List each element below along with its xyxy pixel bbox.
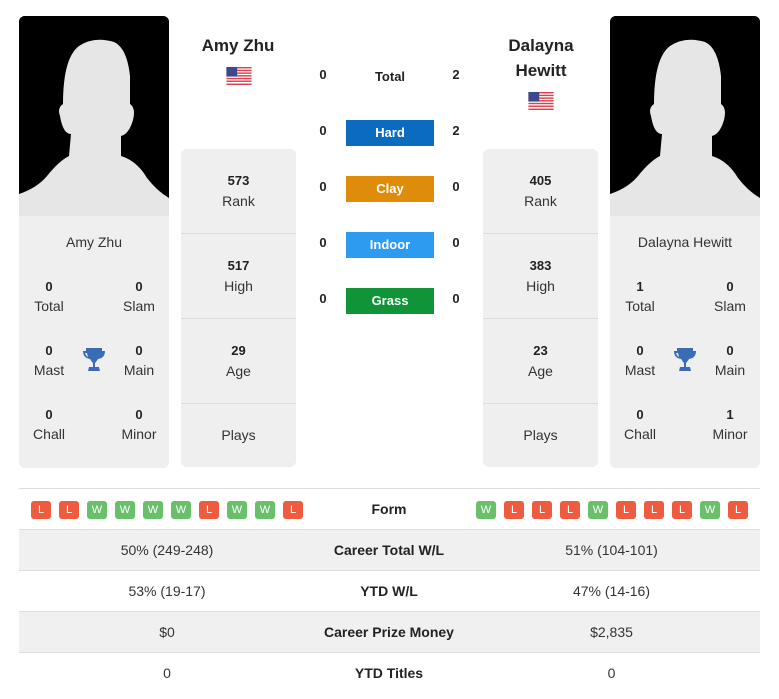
player1-age: 29 Age <box>181 319 296 404</box>
form-badge-loss: L <box>616 501 636 519</box>
form-badge-loss: L <box>672 501 692 519</box>
h2h-total-p2: 2 <box>452 67 460 82</box>
form-badge-win: W <box>700 501 720 519</box>
form-badge-win: W <box>588 501 608 519</box>
silhouette-icon <box>610 16 760 216</box>
player2-titles-minor: 1 Minor <box>712 407 748 442</box>
h2h-clay-p2: 0 <box>452 179 460 194</box>
player2-titles-mast: 0 Mast <box>624 343 656 378</box>
player2-name[interactable]: Dalayna Hewitt <box>481 33 601 83</box>
h2h-grass-p1: 0 <box>319 291 327 306</box>
player2-high: 383 High <box>483 234 598 319</box>
player1-prize-money: $0 <box>159 624 175 640</box>
us-flag-icon <box>226 67 252 85</box>
player2-titles-chall: 0 Chall <box>624 407 656 442</box>
player2-prize-money: $2,835 <box>590 624 633 640</box>
us-flag-icon <box>528 92 554 110</box>
form-badge-loss: L <box>59 501 79 519</box>
player2-info-panel: 405 Rank 383 High 23 Age Plays <box>483 149 598 467</box>
h2h-total-p1: 0 <box>319 67 327 82</box>
player2-card-name: Dalayna Hewitt <box>637 234 733 250</box>
form-badge-loss: L <box>644 501 664 519</box>
surface-hard-badge: Hard <box>346 120 434 146</box>
player2-age: 23 Age <box>483 319 598 404</box>
h2h-hard-p2: 2 <box>452 123 460 138</box>
table-row: 53% (19-17) YTD W/L 47% (14-16) <box>19 570 760 611</box>
form-badge-win: W <box>115 501 135 519</box>
table-row: $0 Career Prize Money $2,835 <box>19 611 760 652</box>
row-label: Career Total W/L <box>333 542 445 558</box>
h2h-grass-p2: 0 <box>452 291 460 306</box>
table-row: 0 YTD Titles 0 <box>19 652 760 693</box>
form-badge-win: W <box>87 501 107 519</box>
silhouette-icon <box>19 16 169 216</box>
player1-info-panel: 573 Rank 517 High 29 Age Plays <box>181 149 296 467</box>
form-badge-win: W <box>227 501 247 519</box>
player1-titles-card: Amy Zhu 0 Total 0 Slam 0 Mast 0 Main 0 C… <box>19 216 169 468</box>
surface-clay-badge: Clay <box>346 176 434 202</box>
surface-grass-badge: Grass <box>346 288 434 314</box>
player1-high: 517 High <box>181 234 296 319</box>
form-badge-loss: L <box>728 501 748 519</box>
h2h-hard-p1: 0 <box>319 123 327 138</box>
form-badge-loss: L <box>560 501 580 519</box>
form-badge-loss: L <box>199 501 219 519</box>
player1-career-wl: 50% (249-248) <box>120 542 214 558</box>
form-badge-loss: L <box>532 501 552 519</box>
player2-ytd-titles: 0 <box>607 665 616 681</box>
player1-card-name: Amy Zhu <box>65 234 122 250</box>
player1-photo <box>19 16 169 216</box>
table-row: 50% (249-248) Career Total W/L 51% (104-… <box>19 529 760 570</box>
form-row: LLWWWWLWWL Form WLLLWLLLWL <box>19 488 760 529</box>
player1-titles-chall: 0 Chall <box>33 407 65 442</box>
h2h-indoor-p2: 0 <box>452 235 460 250</box>
player1-titles-minor: 0 Minor <box>121 407 157 442</box>
player1-ytd-wl: 53% (19-17) <box>128 583 206 599</box>
form-badge-win: W <box>255 501 275 519</box>
player2-titles-slam: 0 Slam <box>714 279 746 314</box>
player1-titles-mast: 0 Mast <box>33 343 65 378</box>
player2-plays: Plays <box>523 427 558 443</box>
h2h-total-label: Total <box>374 69 406 84</box>
player2-career-wl: 51% (104-101) <box>565 542 658 558</box>
player1-titles-slam: 0 Slam <box>123 279 155 314</box>
player1-name[interactable]: Amy Zhu <box>178 33 298 58</box>
row-label: YTD W/L <box>360 583 418 599</box>
form-label: Form <box>371 501 407 517</box>
trophy-icon <box>674 348 696 371</box>
player2-rank: 405 Rank <box>483 149 598 234</box>
h2h-clay-p1: 0 <box>319 179 327 194</box>
row-label: YTD Titles <box>354 665 424 681</box>
trophy-icon <box>83 348 105 371</box>
player1-titles-main: 0 Main <box>123 343 155 378</box>
player2-titles-main: 0 Main <box>714 343 746 378</box>
surface-indoor-badge: Indoor <box>346 232 434 258</box>
player2-titles-total: 1 Total <box>625 279 655 314</box>
player1-titles-total: 0 Total <box>34 279 64 314</box>
player2-titles-card: Dalayna Hewitt 1 Total 0 Slam 0 Mast 0 M… <box>610 216 760 468</box>
form-badge-loss: L <box>283 501 303 519</box>
player2-photo <box>610 16 760 216</box>
form-badge-win: W <box>476 501 496 519</box>
h2h-indoor-p1: 0 <box>319 235 327 250</box>
form-badge-loss: L <box>504 501 524 519</box>
player1-plays: Plays <box>221 427 256 443</box>
form-badge-loss: L <box>31 501 51 519</box>
row-label: Career Prize Money <box>324 624 454 640</box>
form-badge-win: W <box>143 501 163 519</box>
form-badge-win: W <box>171 501 191 519</box>
player2-ytd-wl: 47% (14-16) <box>572 583 651 599</box>
player1-ytd-titles: 0 <box>163 665 171 681</box>
player1-rank: 573 Rank <box>181 149 296 234</box>
